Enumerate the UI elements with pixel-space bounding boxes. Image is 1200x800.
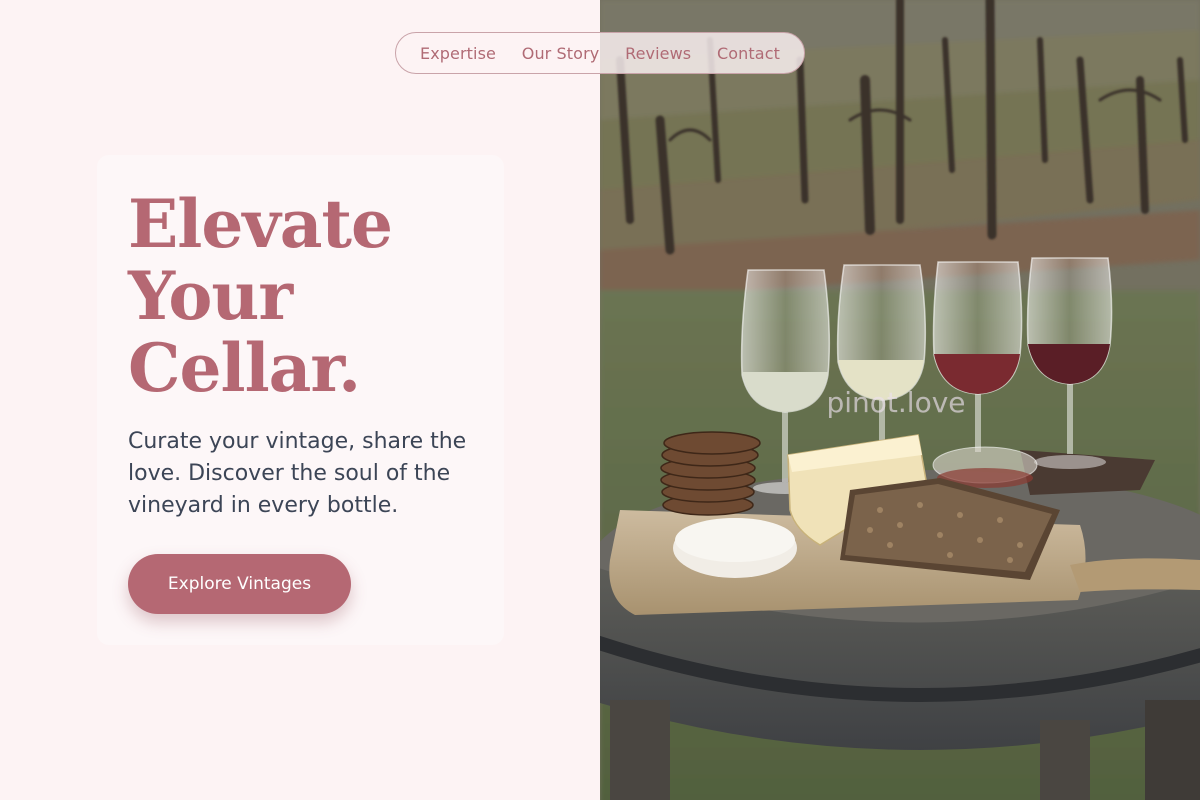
watermark-text: pinot.love [826, 386, 965, 419]
nav-link-contact[interactable]: Contact [717, 44, 780, 63]
vineyard-wine-tasting-image: pinot.love [600, 0, 1200, 800]
nav-link-reviews[interactable]: Reviews [625, 44, 691, 63]
hero-headline: Elevate Your Cellar. [128, 188, 468, 404]
headline-line-2: Your [128, 257, 293, 335]
hero-photo: pinot.love [600, 0, 1200, 800]
headline-line-3: Cellar. [128, 329, 361, 407]
nav-link-expertise[interactable]: Expertise [420, 44, 496, 63]
top-nav: Expertise Our Story Reviews Contact [395, 32, 805, 74]
explore-vintages-button[interactable]: Explore Vintages [128, 554, 351, 614]
nav-link-our-story[interactable]: Our Story [522, 44, 600, 63]
hero-subtitle: Curate your vintage, share the love. Dis… [128, 429, 467, 518]
headline-line-1: Elevate [128, 185, 393, 263]
